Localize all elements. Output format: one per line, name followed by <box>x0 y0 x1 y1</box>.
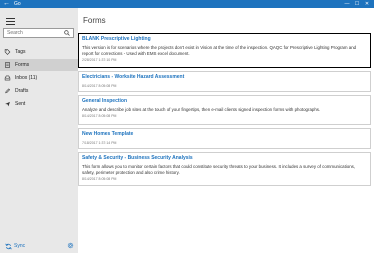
form-date: 8/14/2017 8:05:08 PM <box>82 114 117 118</box>
form-date: 7/18/2017 1:37:14 PM <box>82 141 117 145</box>
sync-label: Sync <box>14 243 26 249</box>
sidebar-item-forms[interactable]: Forms <box>0 59 78 71</box>
forms-icon <box>5 62 10 68</box>
form-title: General Inspection <box>82 98 128 104</box>
search-input[interactable] <box>7 30 63 36</box>
sidebar-item-inbox[interactable]: Inbox (11) <box>0 72 78 84</box>
sidebar-item-label: Sent <box>15 101 26 107</box>
maximize-button[interactable]: ☐ <box>352 0 362 8</box>
title-bar: ← Go — ☐ ✕ <box>0 0 374 8</box>
inbox-icon <box>4 75 11 81</box>
sidebar-item-label: Tags <box>15 49 26 55</box>
sidebar: Tags Forms Inbox (11) Drafts Sent <box>0 8 78 253</box>
window-title: Go <box>14 1 21 7</box>
form-card[interactable]: General Inspection Analyze and describe … <box>78 95 371 125</box>
page-title: Forms <box>83 16 106 25</box>
form-title: Safety & Security - Business Security An… <box>82 155 193 161</box>
hamburger-menu-icon[interactable] <box>6 18 15 25</box>
back-button[interactable]: ← <box>3 0 10 8</box>
gear-icon[interactable] <box>67 242 74 249</box>
sent-icon <box>5 101 10 107</box>
form-card[interactable]: Electricians - Worksite Hazard Assessmen… <box>78 71 371 92</box>
sidebar-item-label: Forms <box>15 62 30 68</box>
sidebar-item-tags[interactable]: Tags <box>0 46 78 58</box>
form-date: 2/28/2017 1:37:10 PM <box>82 58 117 62</box>
sidebar-item-sent[interactable]: Sent <box>0 98 78 110</box>
window-controls: — ☐ ✕ <box>342 0 372 8</box>
form-description: This version is for scenarios where the … <box>82 45 357 56</box>
drafts-icon <box>5 88 11 94</box>
form-date: 8/14/2017 8:05:08 PM <box>82 84 117 88</box>
sync-icon <box>5 243 12 250</box>
form-title: Electricians - Worksite Hazard Assessmen… <box>82 74 185 80</box>
sidebar-item-label: Drafts <box>15 88 29 94</box>
search-box[interactable] <box>3 28 74 38</box>
main-content: Forms BLANK Prescriptive Lighting This v… <box>78 8 374 253</box>
form-card[interactable]: New Homes Template 7/18/2017 1:37:14 PM <box>78 128 371 149</box>
minimize-button[interactable]: — <box>342 0 352 8</box>
form-description: Analyze and describe job sites at the to… <box>82 107 321 112</box>
form-description: This form allows you to monitor certain … <box>82 164 356 175</box>
sidebar-footer: Sync <box>0 239 78 253</box>
sidebar-item-drafts[interactable]: Drafts <box>0 85 78 97</box>
close-button[interactable]: ✕ <box>362 0 372 8</box>
form-title: BLANK Prescriptive Lighting <box>82 36 151 42</box>
search-icon[interactable] <box>64 30 70 36</box>
form-card[interactable]: Safety & Security - Business Security An… <box>78 152 371 186</box>
tag-icon <box>4 49 11 55</box>
form-title: New Homes Template <box>82 131 134 137</box>
sidebar-item-label: Inbox (11) <box>15 75 38 81</box>
form-card[interactable]: BLANK Prescriptive Lighting This version… <box>78 33 371 68</box>
form-date: 8/14/2017 8:05:08 PM <box>82 177 117 181</box>
